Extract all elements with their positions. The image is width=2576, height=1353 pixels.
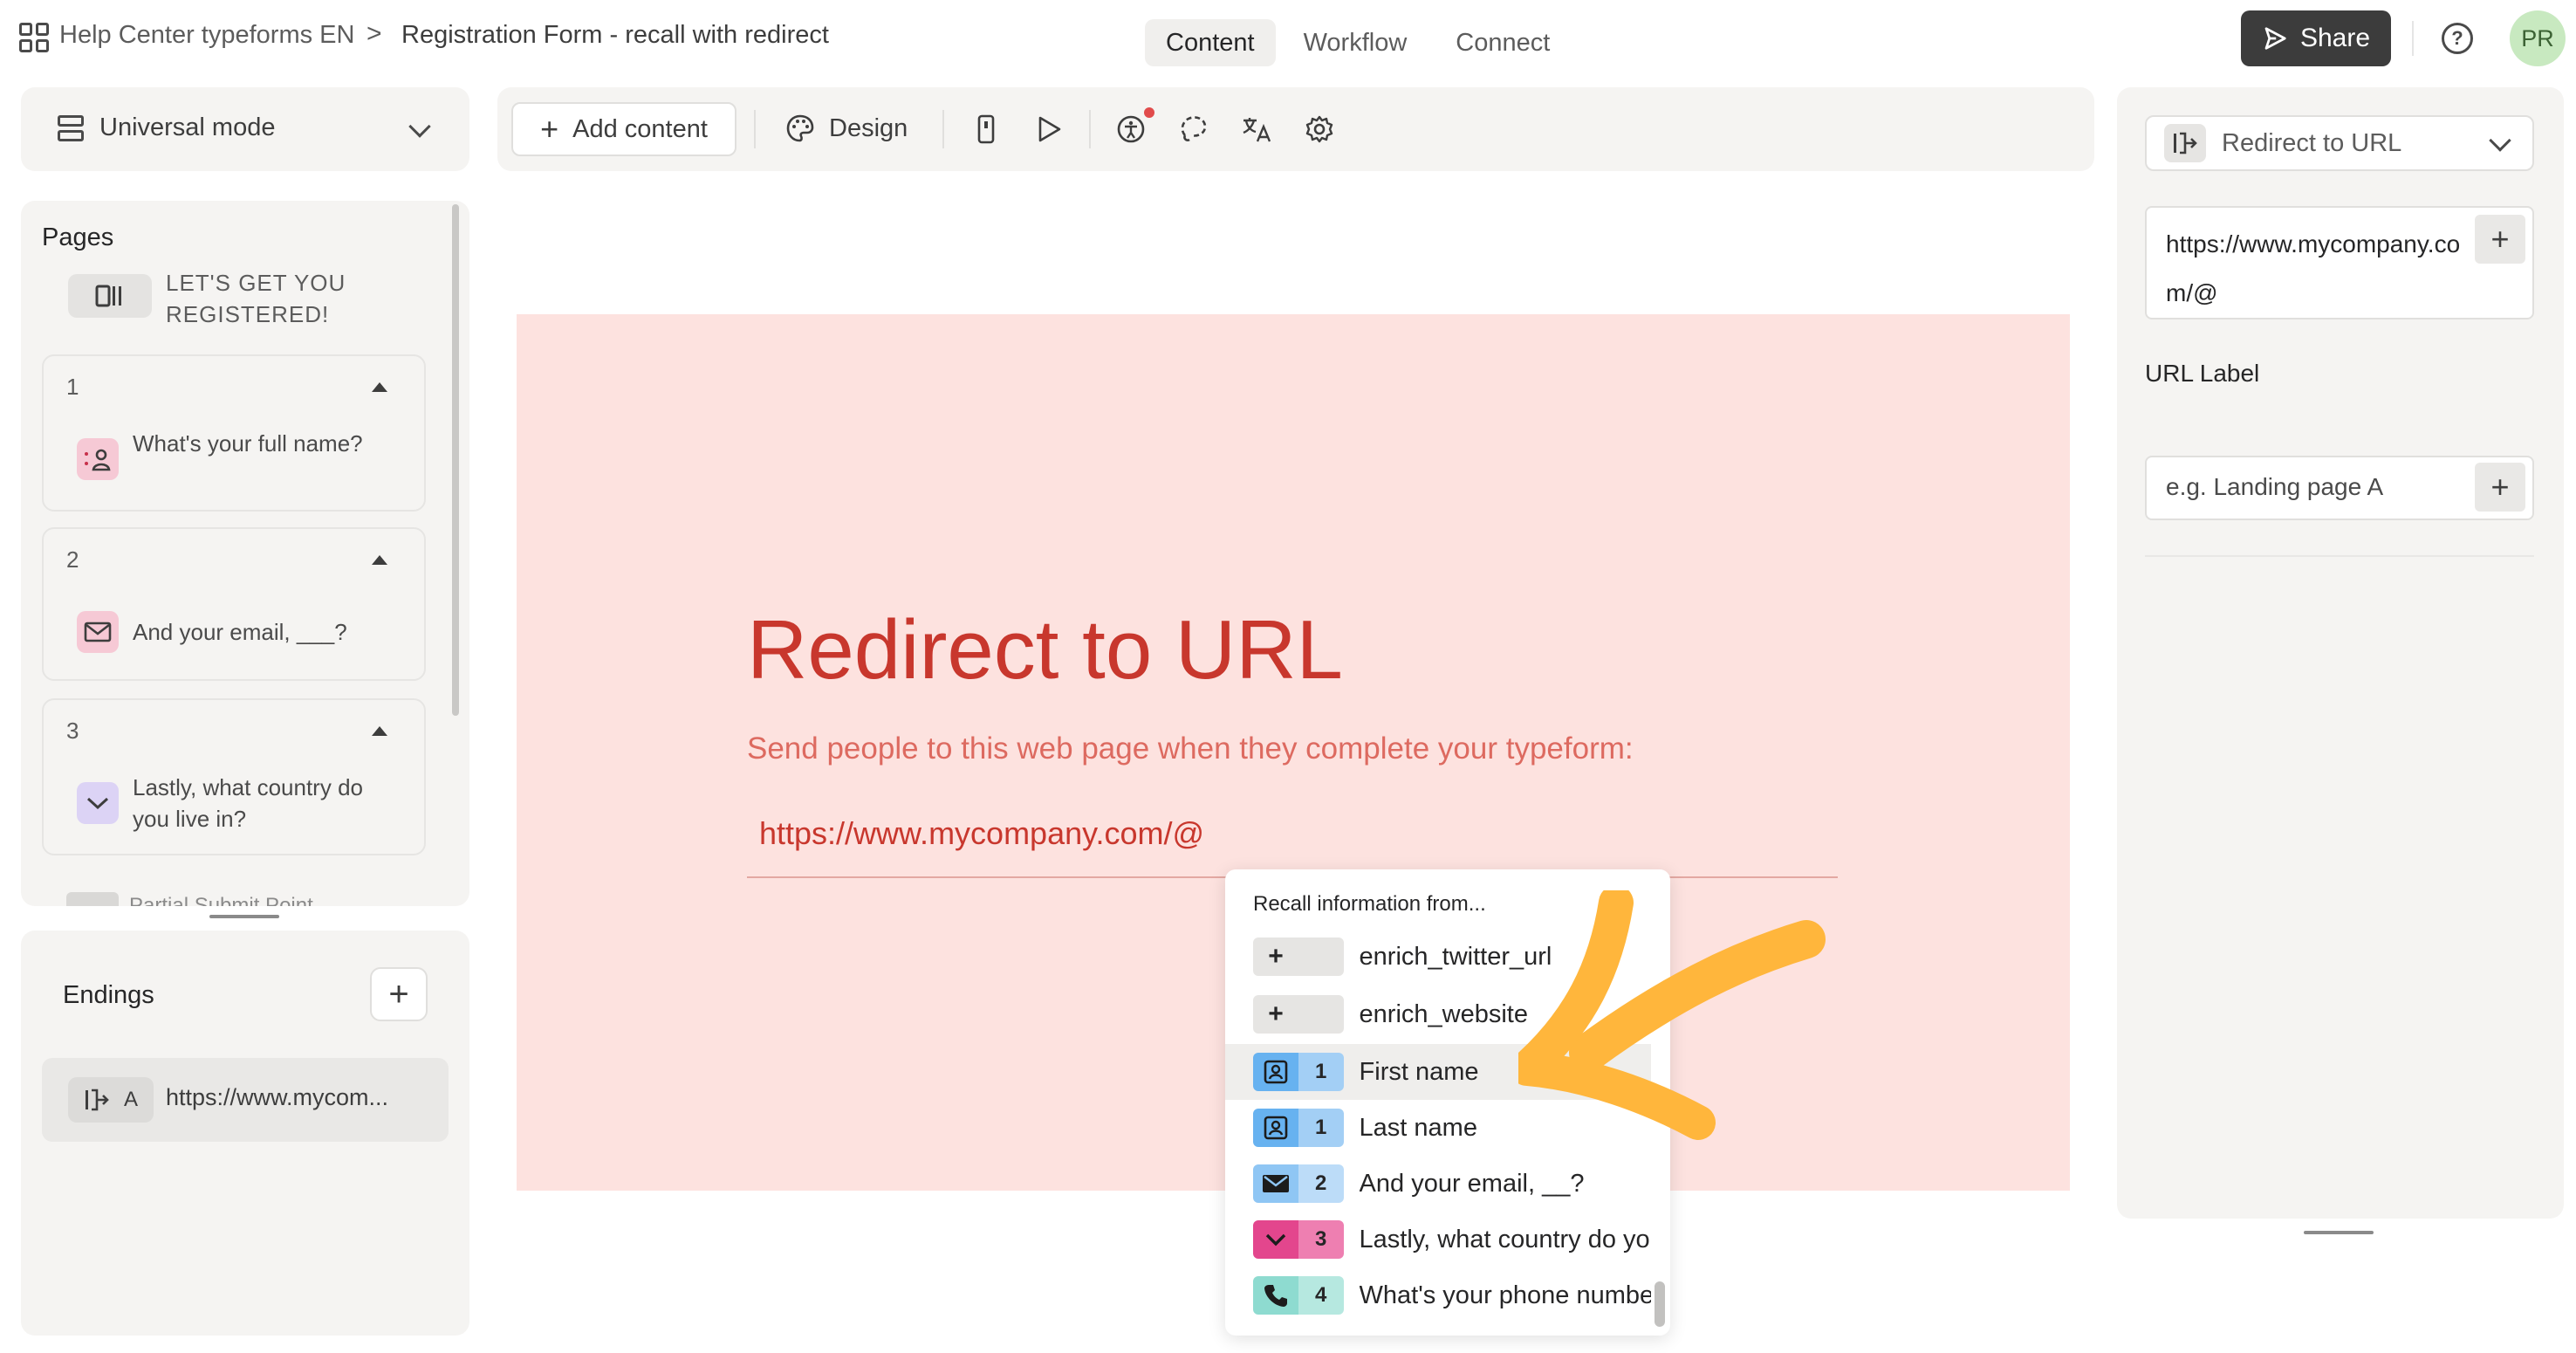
contact-icon: [1253, 1109, 1298, 1147]
ending-title[interactable]: Redirect to URL: [747, 602, 1343, 698]
add-content-label: Add content: [572, 114, 708, 143]
lasso-icon[interactable]: [1176, 112, 1211, 147]
recall-option[interactable]: 3 Lastly, what country do yo: [1225, 1212, 1651, 1267]
page-question-text: Lastly, what country do you live in?: [133, 774, 363, 832]
phone-preview-icon[interactable]: [969, 112, 1004, 147]
welcome-screen-icon: [95, 285, 121, 307]
avatar[interactable]: PR: [2510, 10, 2566, 66]
page-number: 2: [66, 546, 79, 573]
layout-icon: [58, 115, 84, 141]
divider: [2412, 21, 2414, 56]
question-number: 1: [1298, 1109, 1344, 1147]
tab-workflow[interactable]: Workflow: [1283, 19, 1428, 66]
pages-scrollbar[interactable]: [452, 204, 459, 716]
collapse-icon[interactable]: [372, 555, 387, 565]
recall-option[interactable]: 4 What's your phone numbe: [1225, 1267, 1651, 1323]
endings-title: Endings: [63, 981, 154, 1009]
pages-title: Pages: [42, 223, 114, 251]
question-number: 4: [1298, 1276, 1344, 1315]
recall-scrollbar[interactable]: [1655, 1281, 1665, 1327]
page-question-text: And your email, ___?: [133, 619, 347, 645]
translate-icon[interactable]: [1239, 112, 1274, 147]
question-number: 3: [1298, 1220, 1344, 1259]
main-tabs: Content Workflow Connect: [1145, 19, 1571, 66]
redirect-icon: [85, 1089, 109, 1111]
plus-icon: +: [1268, 942, 1284, 971]
annotation-arrow-icon: [1518, 890, 1826, 1140]
welcome-screen-title[interactable]: LET'S GET YOU REGISTERED!: [166, 267, 375, 330]
tab-connect[interactable]: Connect: [1435, 19, 1571, 66]
help-circle-icon[interactable]: ?: [2442, 23, 2473, 54]
design-button[interactable]: Design: [785, 113, 908, 143]
url-label-placeholder: e.g. Landing page A: [2166, 473, 2384, 500]
breadcrumb-separator: >: [367, 19, 382, 48]
recall-plus-button[interactable]: +: [2475, 463, 2525, 512]
phone-icon: [1253, 1276, 1298, 1315]
share-label: Share: [2299, 24, 2371, 52]
partial-submit-chip[interactable]: [66, 892, 119, 906]
redirect-icon: [2164, 124, 2206, 162]
accessibility-icon[interactable]: [1113, 112, 1148, 147]
divider: [2145, 555, 2534, 557]
chevron-down-icon: [77, 782, 119, 824]
ending-type-label: Redirect to URL: [2222, 129, 2402, 157]
add-content-button[interactable]: + Add content: [511, 102, 736, 156]
recall-dropdown-title: Recall information from...: [1253, 892, 1486, 916]
contact-icon: [77, 438, 119, 480]
collapse-icon[interactable]: [372, 382, 387, 392]
redirect-url-input[interactable]: https://www.mycompany.com/@: [759, 815, 1204, 852]
page-card-2[interactable]: [42, 527, 426, 681]
question-number: 2: [1298, 1164, 1344, 1203]
toolbar: [497, 87, 2094, 171]
chevron-down-icon: [1253, 1220, 1298, 1259]
recall-plus-button[interactable]: +: [2475, 215, 2525, 264]
page-number: 3: [66, 718, 79, 744]
contact-icon: [1253, 1053, 1298, 1091]
notification-dot: [1144, 107, 1154, 118]
send-icon: [2264, 27, 2286, 50]
recall-option[interactable]: 2 And your email, __?: [1225, 1156, 1651, 1212]
breadcrumb-form-title[interactable]: Registration Form - recall with redirect: [401, 21, 829, 50]
ending-chip: A: [68, 1077, 154, 1123]
play-icon[interactable]: [1031, 112, 1066, 147]
breadcrumb-workspace[interactable]: Help Center typeforms EN: [59, 21, 354, 50]
recall-option-label: And your email, __?: [1359, 1169, 1585, 1198]
share-button[interactable]: Share: [2241, 10, 2391, 66]
redirect-url-value[interactable]: https://www.mycompany.com/@: [2166, 220, 2463, 318]
grid-icon[interactable]: [19, 23, 49, 52]
ending-letter: A: [123, 1088, 138, 1111]
divider: [942, 110, 944, 148]
partial-submit-label[interactable]: Partial Submit Point: [129, 894, 313, 906]
ending-description[interactable]: Send people to this web page when they c…: [747, 731, 1634, 766]
page-number: 1: [66, 374, 79, 400]
welcome-screen-chip[interactable]: [68, 274, 152, 318]
recall-option-label: Lastly, what country do yo: [1359, 1225, 1650, 1253]
ending-url: https://www.mycom...: [166, 1084, 389, 1110]
palette-icon: [786, 114, 814, 142]
divider: [1089, 110, 1091, 148]
url-label-title: URL Label: [2145, 360, 2260, 387]
design-label: Design: [829, 113, 908, 142]
question-number: 1: [1298, 1053, 1344, 1091]
plus-icon: +: [540, 111, 559, 147]
page-question-text: What's your full name?: [133, 430, 363, 457]
resize-handle[interactable]: [2304, 1231, 2374, 1234]
divider: [754, 110, 756, 148]
mail-icon: [77, 611, 119, 653]
settings-icon[interactable]: [1302, 112, 1337, 147]
mail-icon: [1253, 1164, 1298, 1203]
collapse-icon[interactable]: [372, 726, 387, 736]
recall-option-label: What's your phone numbe: [1359, 1281, 1651, 1309]
plus-icon: +: [1268, 999, 1284, 1028]
add-ending-button[interactable]: +: [370, 967, 428, 1021]
resize-handle[interactable]: [209, 915, 279, 918]
mode-label: Universal mode: [99, 113, 276, 141]
tab-content[interactable]: Content: [1145, 19, 1276, 66]
